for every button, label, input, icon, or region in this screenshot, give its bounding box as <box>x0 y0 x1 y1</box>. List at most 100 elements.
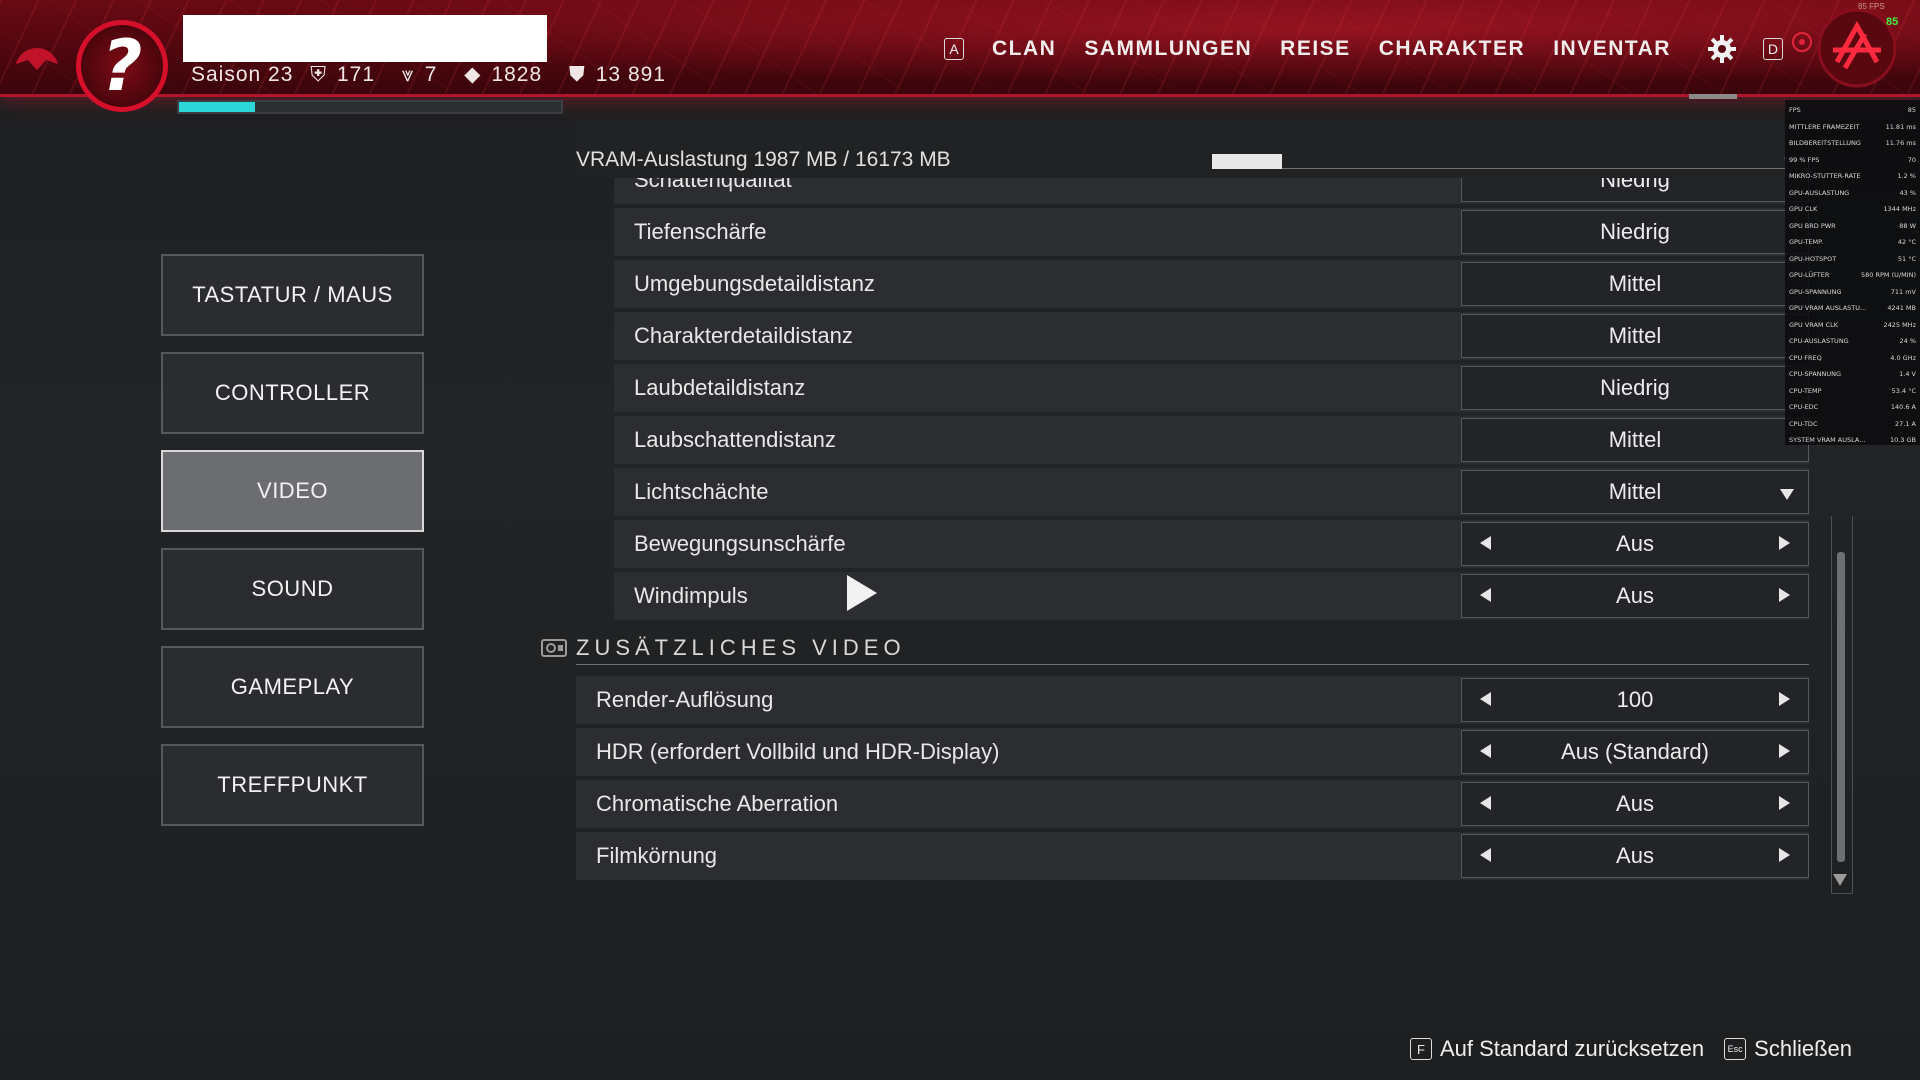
overlay-value: 4241 MB <box>1887 304 1916 313</box>
close-button[interactable]: Schließen <box>1754 1036 1852 1062</box>
overlay-value: 88 W <box>1899 221 1916 230</box>
menu-tastatur-maus[interactable]: TASTATUR / MAUS <box>161 254 424 336</box>
overlay-row: CPU-EDC 140.6 A <box>1785 399 1920 416</box>
arrow-right-icon[interactable] <box>1779 848 1790 862</box>
mouse-cursor-icon <box>847 575 877 611</box>
overlay-value: 27.1 A <box>1895 419 1916 428</box>
overlay-row: SYSTEM VRAM AUSLA... 10.3 GB <box>1785 432 1920 449</box>
ghost-icon[interactable] <box>14 44 60 74</box>
setting-label: Windimpuls <box>634 583 748 608</box>
overlay-row: GPU CLK 1344 MHz <box>1785 201 1920 218</box>
overlay-value: 1.4 V <box>1899 370 1916 379</box>
menu-treffpunkt[interactable]: TREFFPUNKT <box>161 744 424 826</box>
scrollbar-thumb[interactable] <box>1837 552 1845 862</box>
close-key-hint: Esc <box>1724 1038 1747 1060</box>
chevron-down-icon[interactable] <box>1780 489 1794 500</box>
overlay-metric: GPU CLK <box>1789 205 1818 214</box>
season-label: Saison 23 <box>191 63 294 86</box>
guardian-emblem[interactable]: ? <box>76 20 168 112</box>
arrow-left-icon[interactable] <box>1480 692 1491 706</box>
overlay-row: CPU-TDC 27.1 A <box>1785 416 1920 433</box>
setting-label: Render-Auflösung <box>596 687 774 712</box>
setting-value: Aus (Standard) <box>1561 739 1709 764</box>
overlay-metric: SYSTEM VRAM AUSLA... <box>1789 436 1866 445</box>
stat-commendations: ⩔ 7 <box>401 63 438 86</box>
shield-icon: ⛊ <box>569 63 586 86</box>
setting-label: Laubdetaildistanz <box>634 375 806 400</box>
setting-value: Mittel <box>1608 271 1662 296</box>
player-stats: Saison 23 ⛨ 171 ⩔ 7 ◆ 1828 ⛊ 13 891 <box>191 62 686 87</box>
diamond-icon: ◆ <box>464 63 482 86</box>
arrow-right-icon[interactable] <box>1779 744 1790 758</box>
arrow-left-icon[interactable] <box>1480 536 1491 550</box>
setting-stepper[interactable]: Aus <box>1461 574 1809 618</box>
setting-value: 100 <box>1616 687 1654 712</box>
overlay-value: 4.0 GHz <box>1890 353 1916 362</box>
setting-label: Umgebungsdetaildistanz <box>634 271 875 296</box>
arrow-right-icon[interactable] <box>1779 588 1790 602</box>
arrow-right-icon[interactable] <box>1779 692 1790 706</box>
overlay-metric: CPU-TDC <box>1789 419 1818 428</box>
gear-icon[interactable] <box>1707 34 1737 64</box>
fps-label: 85 FPS <box>1858 2 1885 11</box>
arrow-right-icon[interactable] <box>1779 536 1790 550</box>
setting-dropdown[interactable]: Niedrig <box>1461 366 1809 410</box>
overlay-value: 43 % <box>1899 188 1916 197</box>
arrow-left-icon[interactable] <box>1480 848 1491 862</box>
overlay-value: 10.3 GB <box>1889 436 1916 445</box>
setting-dropdown[interactable]: Mittel <box>1461 418 1809 462</box>
menu-gameplay[interactable]: GAMEPLAY <box>161 646 424 728</box>
overlay-value: 711 mV <box>1890 287 1916 296</box>
setting-stepper[interactable]: 100 <box>1461 678 1809 722</box>
nav-clan[interactable]: CLAN <box>992 37 1056 61</box>
nav-key-right[interactable]: D <box>1762 38 1783 60</box>
setting-stepper[interactable]: Aus <box>1461 522 1809 566</box>
setting-label: Tiefenschärfe <box>634 219 767 244</box>
top-bar: ? Saison 23 ⛨ 171 ⩔ 7 ◆ 1828 ⛊ 13 891 A CLAN… <box>0 0 1920 112</box>
setting-stepper[interactable]: Aus <box>1461 834 1809 878</box>
rank-icon: ⛨ <box>310 63 327 86</box>
setting-dropdown[interactable]: Mittel <box>1461 262 1809 306</box>
overlay-row: CPU-SPANNUNG 1.4 V <box>1785 366 1920 383</box>
setting-stepper[interactable]: Aus <box>1461 782 1809 826</box>
overlay-value: 580 RPM (U/MIN) <box>1861 271 1916 280</box>
overlay-row: GPU BRD PWR 88 W <box>1785 218 1920 235</box>
overlay-value: 11.81 ms <box>1885 122 1916 131</box>
overlay-metric: BILDBEREITSTELLUNG <box>1789 139 1861 148</box>
overlay-metric: GPU VRAM CLK <box>1789 320 1839 329</box>
overlay-metric: MITTLERE FRAMEZEIT <box>1789 122 1860 131</box>
overlay-metric: MIKRO-STUTTER-RATE <box>1789 172 1861 181</box>
nav-inventar[interactable]: INVENTAR <box>1553 37 1671 61</box>
arrow-left-icon[interactable] <box>1480 588 1491 602</box>
scroll-down-arrow-icon[interactable] <box>1833 874 1847 886</box>
nav-charakter[interactable]: CHARAKTER <box>1379 37 1526 61</box>
setting-value: Aus <box>1616 843 1654 868</box>
vram-usage-label: VRAM-Auslastung 1987 MB / 16173 MB <box>576 148 951 171</box>
setting-value: Mittel <box>1608 323 1662 348</box>
overlay-metric: GPU-HOTSPOT <box>1789 254 1837 263</box>
arrow-left-icon[interactable] <box>1480 796 1491 810</box>
arrow-left-icon[interactable] <box>1480 744 1491 758</box>
overlay-value: 70 <box>1907 155 1916 164</box>
setting-value: Niedrig <box>1600 219 1670 244</box>
setting-value: Mittel <box>1608 427 1662 452</box>
arrow-right-icon[interactable] <box>1779 796 1790 810</box>
overlay-row: GPU-HOTSPOT 51 °C <box>1785 251 1920 268</box>
setting-stepper[interactable]: Aus (Standard) <box>1461 730 1809 774</box>
menu-controller[interactable]: CONTROLLER <box>161 352 424 434</box>
scroll-indicator <box>1689 94 1737 99</box>
setting-dropdown[interactable]: Mittel <box>1461 470 1809 514</box>
player-name-redacted <box>183 15 547 62</box>
menu-video[interactable]: VIDEO <box>161 450 424 532</box>
nav-reise[interactable]: REISE <box>1280 37 1351 61</box>
setting-dropdown[interactable]: Niedrig <box>1461 210 1809 254</box>
nav-sammlungen[interactable]: SAMMLUNGEN <box>1084 37 1252 61</box>
setting-dropdown[interactable]: Mittel <box>1461 314 1809 358</box>
reset-defaults-button[interactable]: Auf Standard zurücksetzen <box>1440 1036 1704 1062</box>
chevron-icon: ⩔ <box>401 63 415 86</box>
nav-key-left[interactable]: A <box>944 38 964 60</box>
overlay-value: 2425 MHz <box>1883 320 1916 329</box>
menu-sound[interactable]: SOUND <box>161 548 424 630</box>
footer-actions: F Auf Standard zurücksetzen Esc Schließe… <box>1410 1036 1852 1062</box>
overlay-metric: GPU-TEMP. <box>1789 238 1824 247</box>
